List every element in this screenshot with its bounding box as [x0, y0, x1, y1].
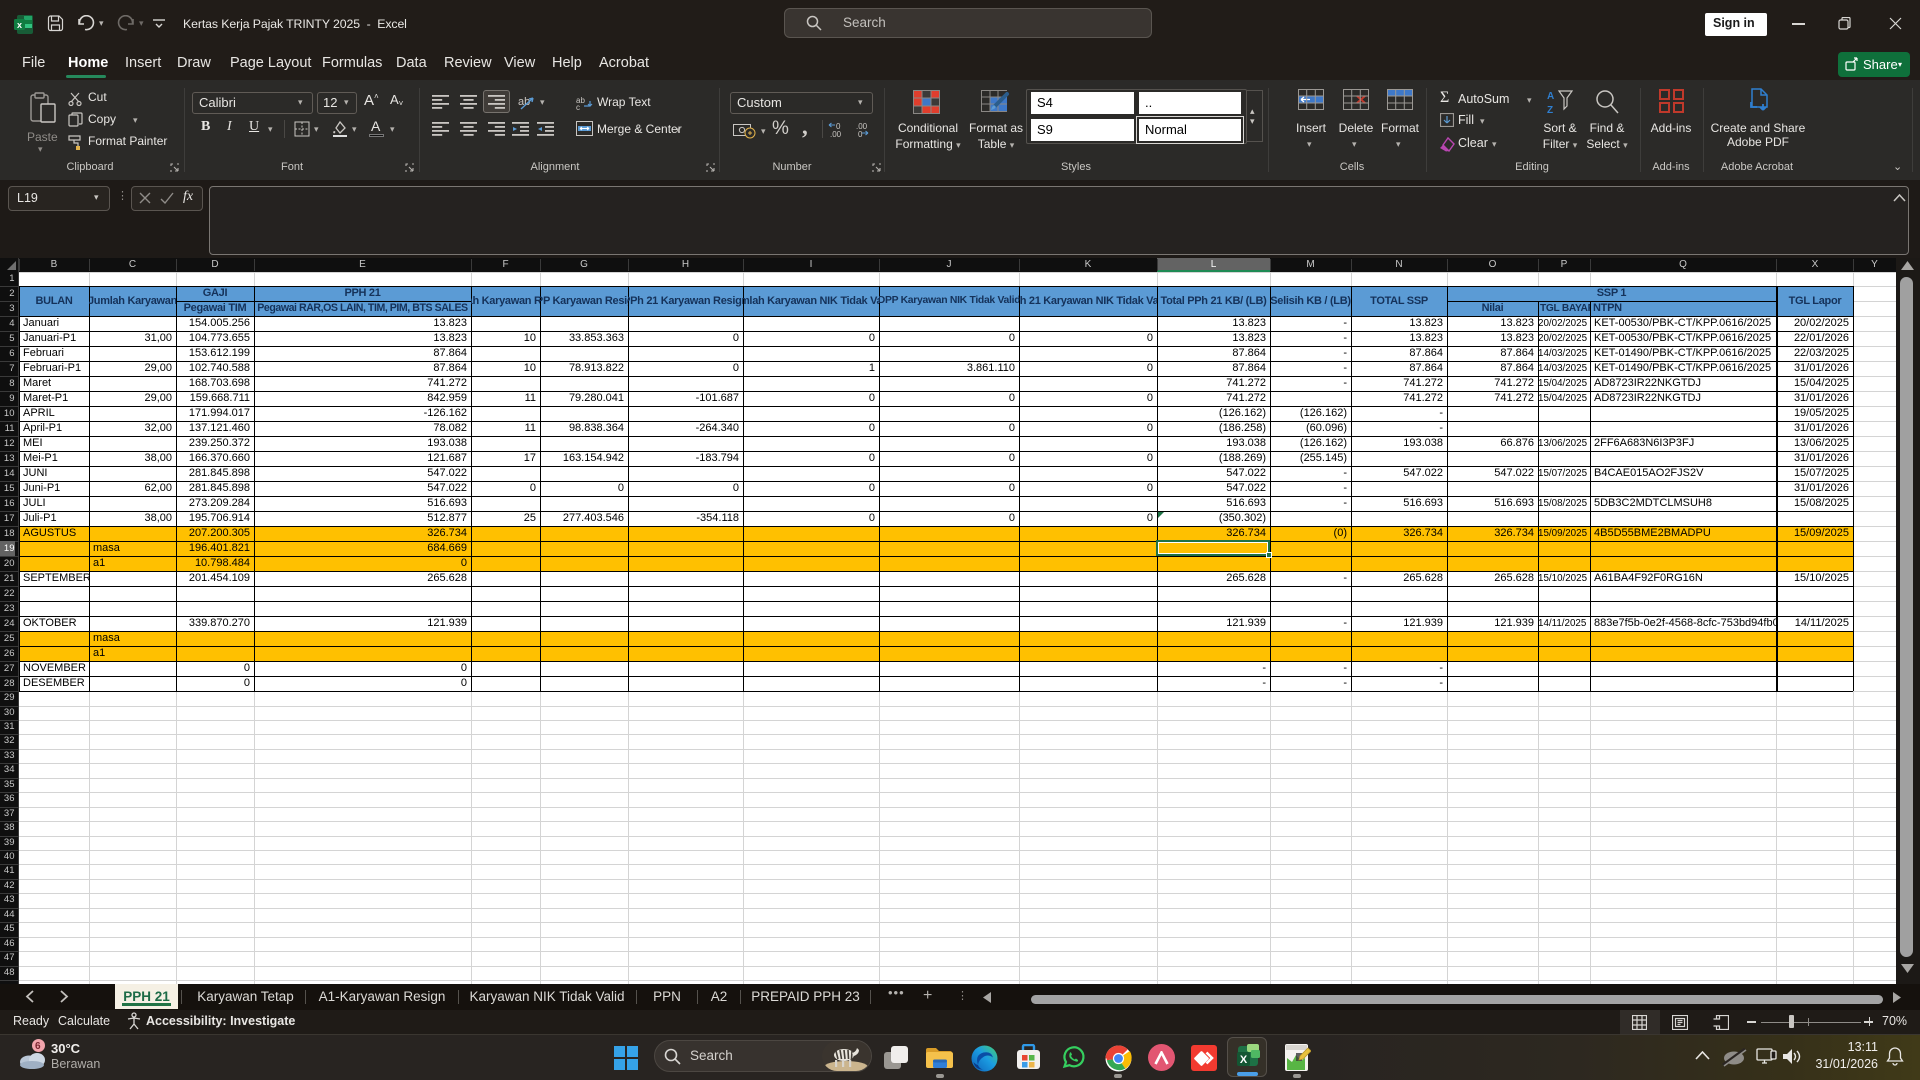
svg-text:A: A: [1547, 91, 1554, 102]
svg-text:X: X: [1240, 1054, 1248, 1066]
svg-text:0: 0: [858, 130, 863, 138]
svg-text:Z: Z: [1547, 105, 1553, 114]
svg-text:x: x: [17, 20, 22, 30]
svg-text:.00: .00: [830, 130, 842, 138]
svg-text:c: c: [576, 103, 580, 110]
